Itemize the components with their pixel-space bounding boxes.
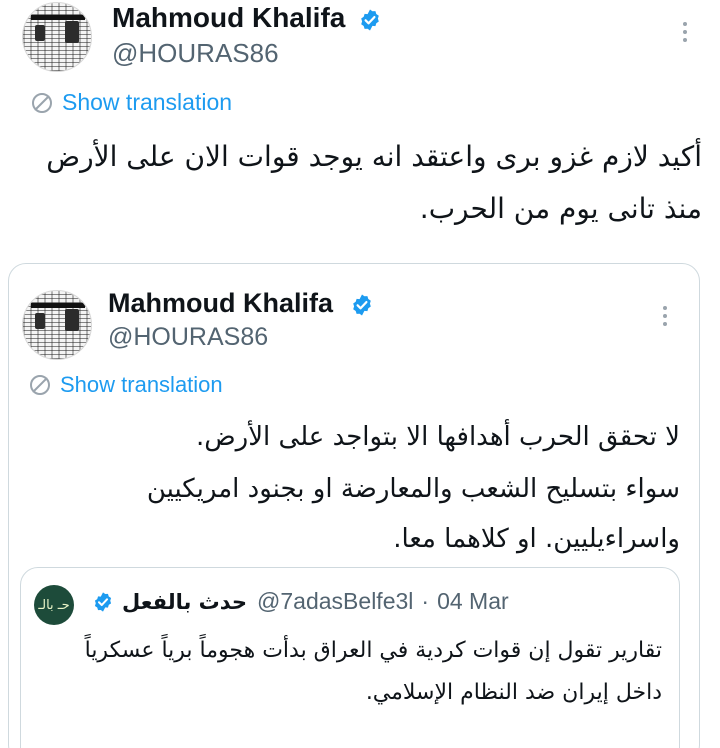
show-translation-label: Show translation <box>60 372 223 397</box>
author-name[interactable]: Mahmoud Khalifa <box>112 2 345 34</box>
verified-badge-icon <box>353 294 371 316</box>
quoted-text-line-2: سواء بتسليح الشعب والمعارضة او بجنود امر… <box>146 474 680 504</box>
translate-icon <box>30 375 50 395</box>
nested-author-handle: @7adasBelfe3l <box>257 588 414 614</box>
nested-author-name: حدث بالفعل <box>122 589 248 614</box>
nested-date: 04 Mar <box>437 588 509 614</box>
avatar-newsprint-image <box>23 3 91 71</box>
author-handle[interactable]: @HOURAS86 <box>112 38 279 69</box>
more-options-icon[interactable] <box>682 22 688 46</box>
show-translation-label: Show translation <box>62 89 233 115</box>
avatar-headline <box>31 303 85 308</box>
author-avatar[interactable] <box>22 2 92 72</box>
avatar-headline <box>31 15 85 20</box>
quoted-author-name: Mahmoud Khalifa <box>108 288 334 318</box>
quoted-text-line-1: لا تحقق الحرب أهدافها الا بتواجد على الأ… <box>195 422 680 452</box>
translate-icon <box>32 92 52 113</box>
avatar-photo-2 <box>35 25 45 41</box>
more-options-icon[interactable] <box>662 306 668 330</box>
nested-text-line-2: داخل إيران ضد النظام الإسلامي. <box>365 680 662 705</box>
quoted-author-handle: @HOURAS86 <box>108 323 269 351</box>
avatar-photo <box>65 21 79 43</box>
nested-avatar-text: حـ بالـ <box>38 597 70 613</box>
nested-author-avatar: حـ بالـ <box>34 585 74 625</box>
quoted-show-translation-link[interactable]: Show translation <box>28 372 223 398</box>
avatar-newsprint-image <box>23 291 91 359</box>
verified-badge-icon <box>94 591 112 612</box>
show-translation-link[interactable]: Show translation <box>30 89 232 116</box>
tweet-text-line-2: منذ تانى يوم من الحرب. <box>419 192 702 225</box>
quoted-text-line-3: واسراءيليين. او كلاهما معا. <box>393 524 680 554</box>
tweet-text-line-1: أكيد لازم غزو برى واعتقد انه يوجد قوات ا… <box>46 140 702 173</box>
avatar-photo <box>65 309 79 331</box>
quoted-author-avatar <box>22 290 92 360</box>
nested-meta-row: حدث بالفعل @7adasBelfe3l · 04 Mar <box>84 588 509 615</box>
verified-badge-icon <box>361 9 379 31</box>
nested-text-line-1: تقارير تقول إن قوات كردية في العراق بدأت… <box>84 638 662 663</box>
avatar-photo-2 <box>35 313 45 329</box>
meta-separator: · <box>421 588 430 614</box>
